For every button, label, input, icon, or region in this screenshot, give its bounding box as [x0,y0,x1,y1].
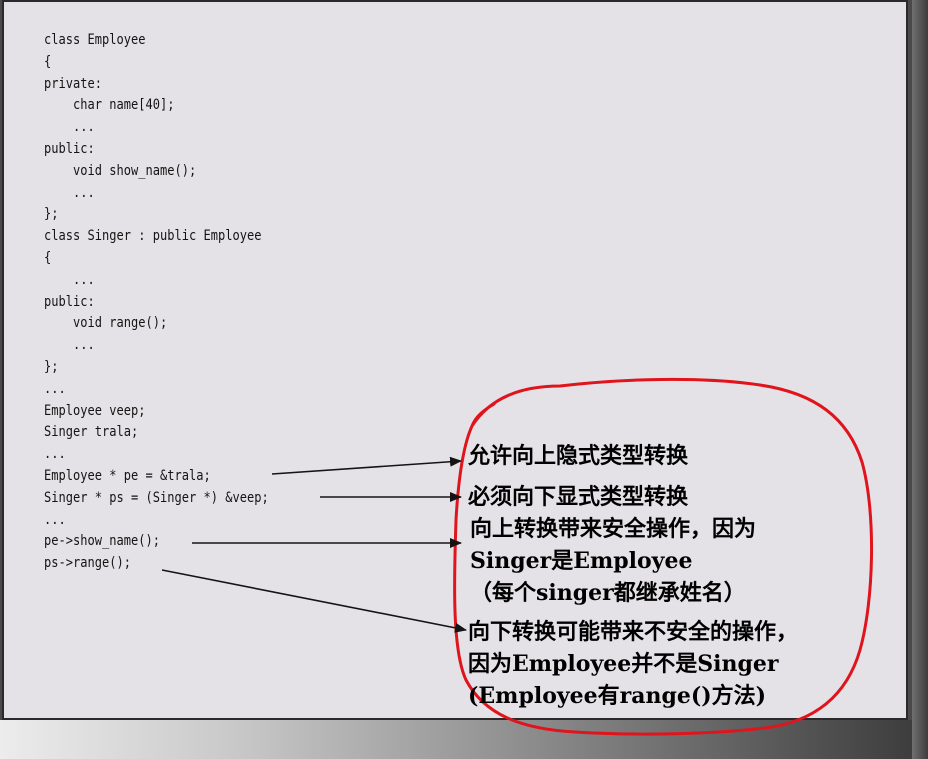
annotation-downcast-unsafe-1: 向下转换可能带来不安全的操作， [468,619,799,645]
annotation-upcast: 允许向上隐式类型转换 [468,443,689,469]
annotation-downcast-unsafe-2: 因为Employee并不是Singer [468,651,779,677]
annotation-upcast-safe-1: 向上转换带来安全操作，因为 [470,516,757,542]
annotation-upcast-safe-3: （每个singer都继承姓名） [470,580,746,606]
arrow-range [161,569,467,633]
annotation-upcast-safe-2: Singer是Employee [470,548,693,574]
annotation-downcast: 必须向下显式类型转换 [468,484,689,510]
arrow-upcast [271,456,462,475]
annotation-downcast-unsafe-3: (Employee有range()方法) [468,683,767,709]
